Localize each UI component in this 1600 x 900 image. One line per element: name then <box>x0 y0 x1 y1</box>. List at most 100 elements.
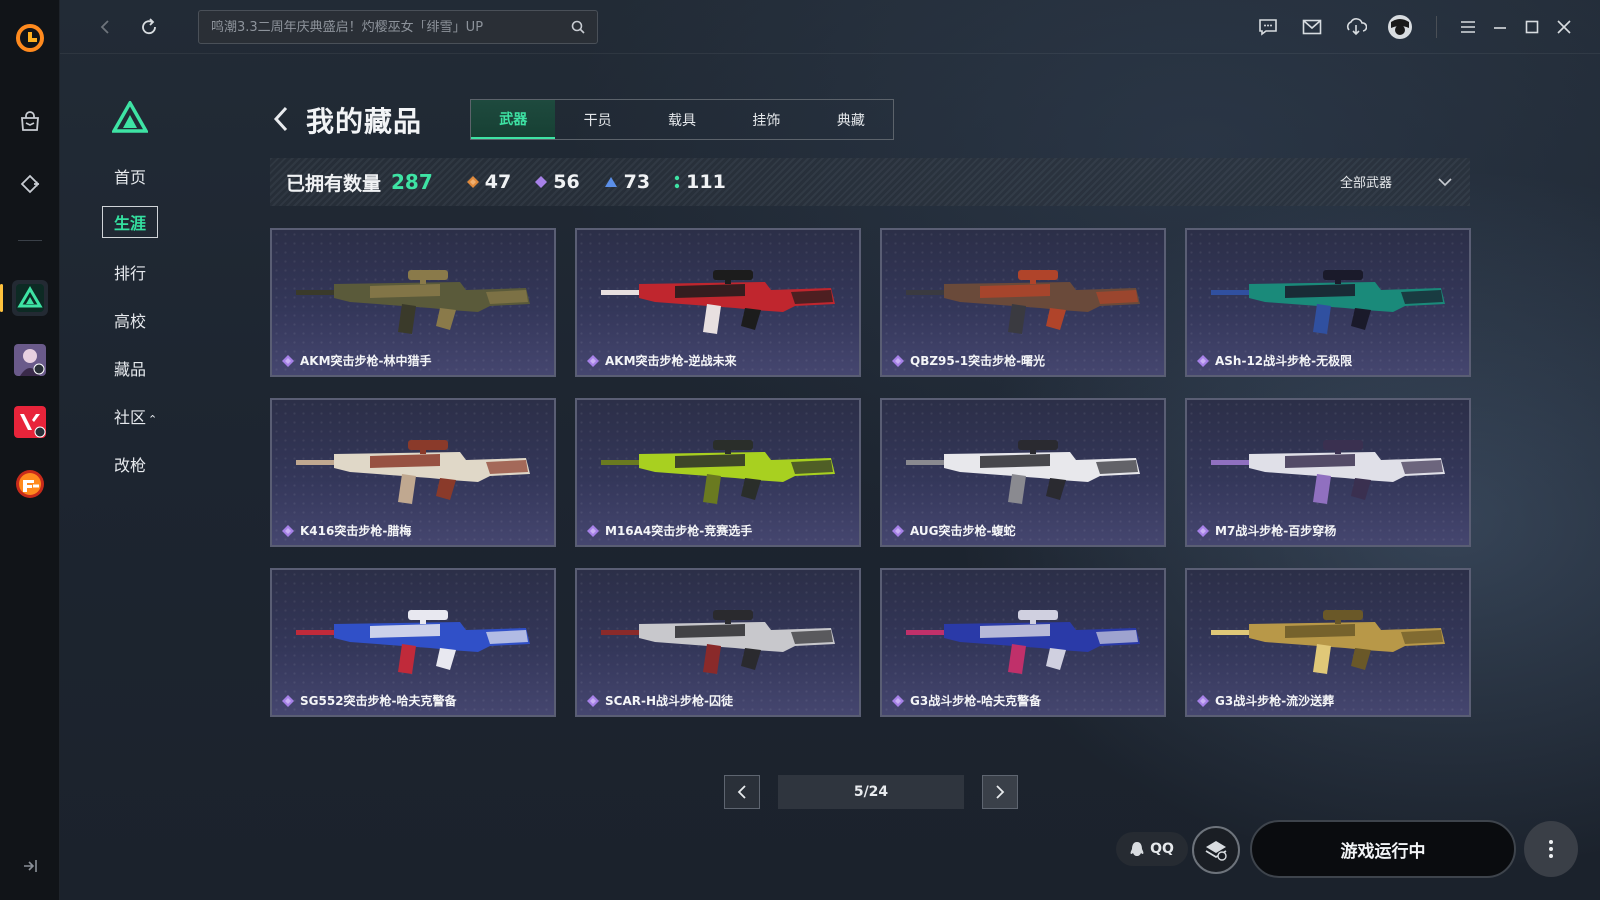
layers-icon <box>1205 841 1227 861</box>
crossfire-game-icon[interactable] <box>12 466 48 502</box>
weapon-card[interactable]: SG552突击步枪-哈夫克警备 <box>270 568 556 717</box>
weapon-name-row: AUG突击步枪-蝮蛇 <box>892 522 1016 539</box>
prev-page-button[interactable] <box>724 775 760 809</box>
tab-vehicles[interactable]: 载具 <box>640 100 724 139</box>
weapon-name-row: G3战斗步枪-流沙送葬 <box>1197 692 1334 709</box>
weapon-name-row: M16A4突击步枪-竞赛选手 <box>587 522 752 539</box>
weapon-name-row: AKM突击步枪-林中猎手 <box>282 352 432 369</box>
purple-diamond-icon <box>1197 524 1209 537</box>
weapon-name-row: K416突击步枪-腊梅 <box>282 522 411 539</box>
owned-count-label: 已拥有数量 <box>286 172 382 195</box>
weapon-image <box>906 610 1140 674</box>
chevron-down-icon <box>1438 177 1452 186</box>
nav-item-community[interactable]: 社区 ⌃ <box>114 404 157 428</box>
valorant-game-icon[interactable] <box>12 404 48 440</box>
tab-weapons[interactable]: 武器 <box>471 100 556 139</box>
weapon-card[interactable]: ASh-12战斗步枪-无极限 <box>1185 228 1471 377</box>
purple-diamond-icon <box>587 524 599 537</box>
weapon-image <box>906 440 1140 504</box>
weapon-image <box>296 610 530 674</box>
minimize-icon[interactable] <box>1486 13 1514 41</box>
back-chevron-icon[interactable] <box>270 104 294 134</box>
weapon-image <box>906 270 1140 334</box>
weapon-name: M7战斗步枪-百步穿杨 <box>1215 524 1337 538</box>
weapon-name: G3战斗步枪-流沙送葬 <box>1215 694 1335 708</box>
nav-item-career[interactable]: 生涯 <box>102 206 159 238</box>
chat-icon[interactable] <box>1254 13 1282 41</box>
more-options-button[interactable] <box>1524 821 1578 877</box>
rarity-purple: 56 <box>535 171 580 193</box>
chevron-up-icon: ⌃ <box>148 413 158 426</box>
game-pad-icon[interactable] <box>12 166 48 202</box>
nav-item-college[interactable]: 高校 <box>114 308 146 332</box>
weapon-card[interactable]: AUG突击步枪-蝮蛇 <box>880 398 1166 547</box>
nav-item-ranking[interactable]: 排行 <box>114 260 146 284</box>
weapon-card[interactable]: AKM突击步枪-逆战未来 <box>575 228 861 377</box>
weapon-card[interactable]: G3战斗步枪-哈夫克警备 <box>880 568 1166 717</box>
weapon-filter-dropdown[interactable]: 全部武器 <box>1340 172 1452 191</box>
mail-icon[interactable] <box>1298 13 1326 41</box>
weapon-name: AKM突击步枪-林中猎手 <box>300 354 432 368</box>
search-icon[interactable] <box>571 20 585 34</box>
search-bar[interactable] <box>198 10 598 44</box>
weapon-card[interactable]: SCAR-H战斗步枪-囚徒 <box>575 568 861 717</box>
weapon-name-row: SG552突击步枪-哈夫克警备 <box>282 692 457 709</box>
weapon-name: G3战斗步枪-哈夫克警备 <box>910 694 1042 708</box>
title-bar <box>60 0 1600 54</box>
menu-icon[interactable] <box>1454 13 1482 41</box>
rarity-green: 111 <box>674 171 726 193</box>
rarity-blue-count: 73 <box>623 171 651 193</box>
nav-item-gunsmith[interactable]: 改枪 <box>114 452 146 476</box>
tab-operators[interactable]: 干员 <box>555 100 639 139</box>
purple-diamond-icon <box>587 354 599 367</box>
purple-diamond-icon <box>587 694 599 707</box>
weapon-name: AKM突击步枪-逆战未来 <box>605 354 737 368</box>
tab-legacy[interactable]: 典藏 <box>809 100 893 139</box>
page-indicator[interactable]: 5/24 <box>778 775 964 809</box>
game-running-button[interactable]: 游戏运行中 <box>1250 820 1516 878</box>
weapon-card[interactable]: K416突击步枪-腊梅 <box>270 398 556 547</box>
download-icon[interactable] <box>1342 13 1370 41</box>
purple-diamond-icon <box>892 524 904 537</box>
purple-diamond-icon <box>282 524 294 537</box>
back-arrow-icon[interactable] <box>90 12 120 42</box>
app-rail <box>0 0 60 900</box>
weapon-card[interactable]: G3战斗步枪-流沙送葬 <box>1185 568 1471 717</box>
expand-rail-icon[interactable] <box>18 856 42 876</box>
weapon-card[interactable]: QBZ95-1突击步枪-曙光 <box>880 228 1166 377</box>
rarity-purple-count: 56 <box>553 171 580 193</box>
purple-diamond-icon <box>892 694 904 707</box>
maximize-icon[interactable] <box>1518 13 1546 41</box>
app-logo-icon[interactable] <box>14 22 46 54</box>
next-page-button[interactable] <box>982 775 1018 809</box>
qq-account-badge[interactable]: QQ <box>1116 832 1188 866</box>
weapon-image <box>601 440 835 504</box>
accelerator-button[interactable] <box>1192 826 1240 874</box>
delta-force-game-icon[interactable] <box>12 280 48 316</box>
weapon-card[interactable]: M7战斗步枪-百步穿杨 <box>1185 398 1471 547</box>
green-dots-icon <box>674 175 680 189</box>
weapon-card[interactable]: M16A4突击步枪-竞赛选手 <box>575 398 861 547</box>
qq-penguin-icon <box>1130 842 1144 856</box>
collection-tabs: 武器 干员 载具 挂饰 典藏 <box>470 99 894 140</box>
rail-active-indicator <box>0 284 3 312</box>
close-icon[interactable] <box>1550 13 1578 41</box>
nav-item-collection[interactable]: 藏品 <box>114 356 146 380</box>
delta-force-logo-icon <box>112 101 148 133</box>
refresh-icon[interactable] <box>134 12 164 42</box>
weapon-image <box>601 610 835 674</box>
purple-diamond-icon <box>282 354 294 367</box>
weapon-image <box>296 270 530 334</box>
search-input[interactable] <box>211 19 571 35</box>
wuthering-waves-game-icon[interactable] <box>12 342 48 378</box>
nav-item-home[interactable]: 首页 <box>114 164 146 188</box>
store-icon[interactable] <box>12 104 48 140</box>
avatar[interactable] <box>1386 13 1414 41</box>
weapon-image <box>601 270 835 334</box>
purple-diamond-icon <box>1197 354 1209 367</box>
weapon-card[interactable]: AKM突击步枪-林中猎手 <box>270 228 556 377</box>
chevron-right-icon <box>996 785 1005 799</box>
rarity-green-count: 111 <box>686 171 726 193</box>
tab-charms[interactable]: 挂饰 <box>724 100 808 139</box>
weapon-image <box>296 440 530 504</box>
